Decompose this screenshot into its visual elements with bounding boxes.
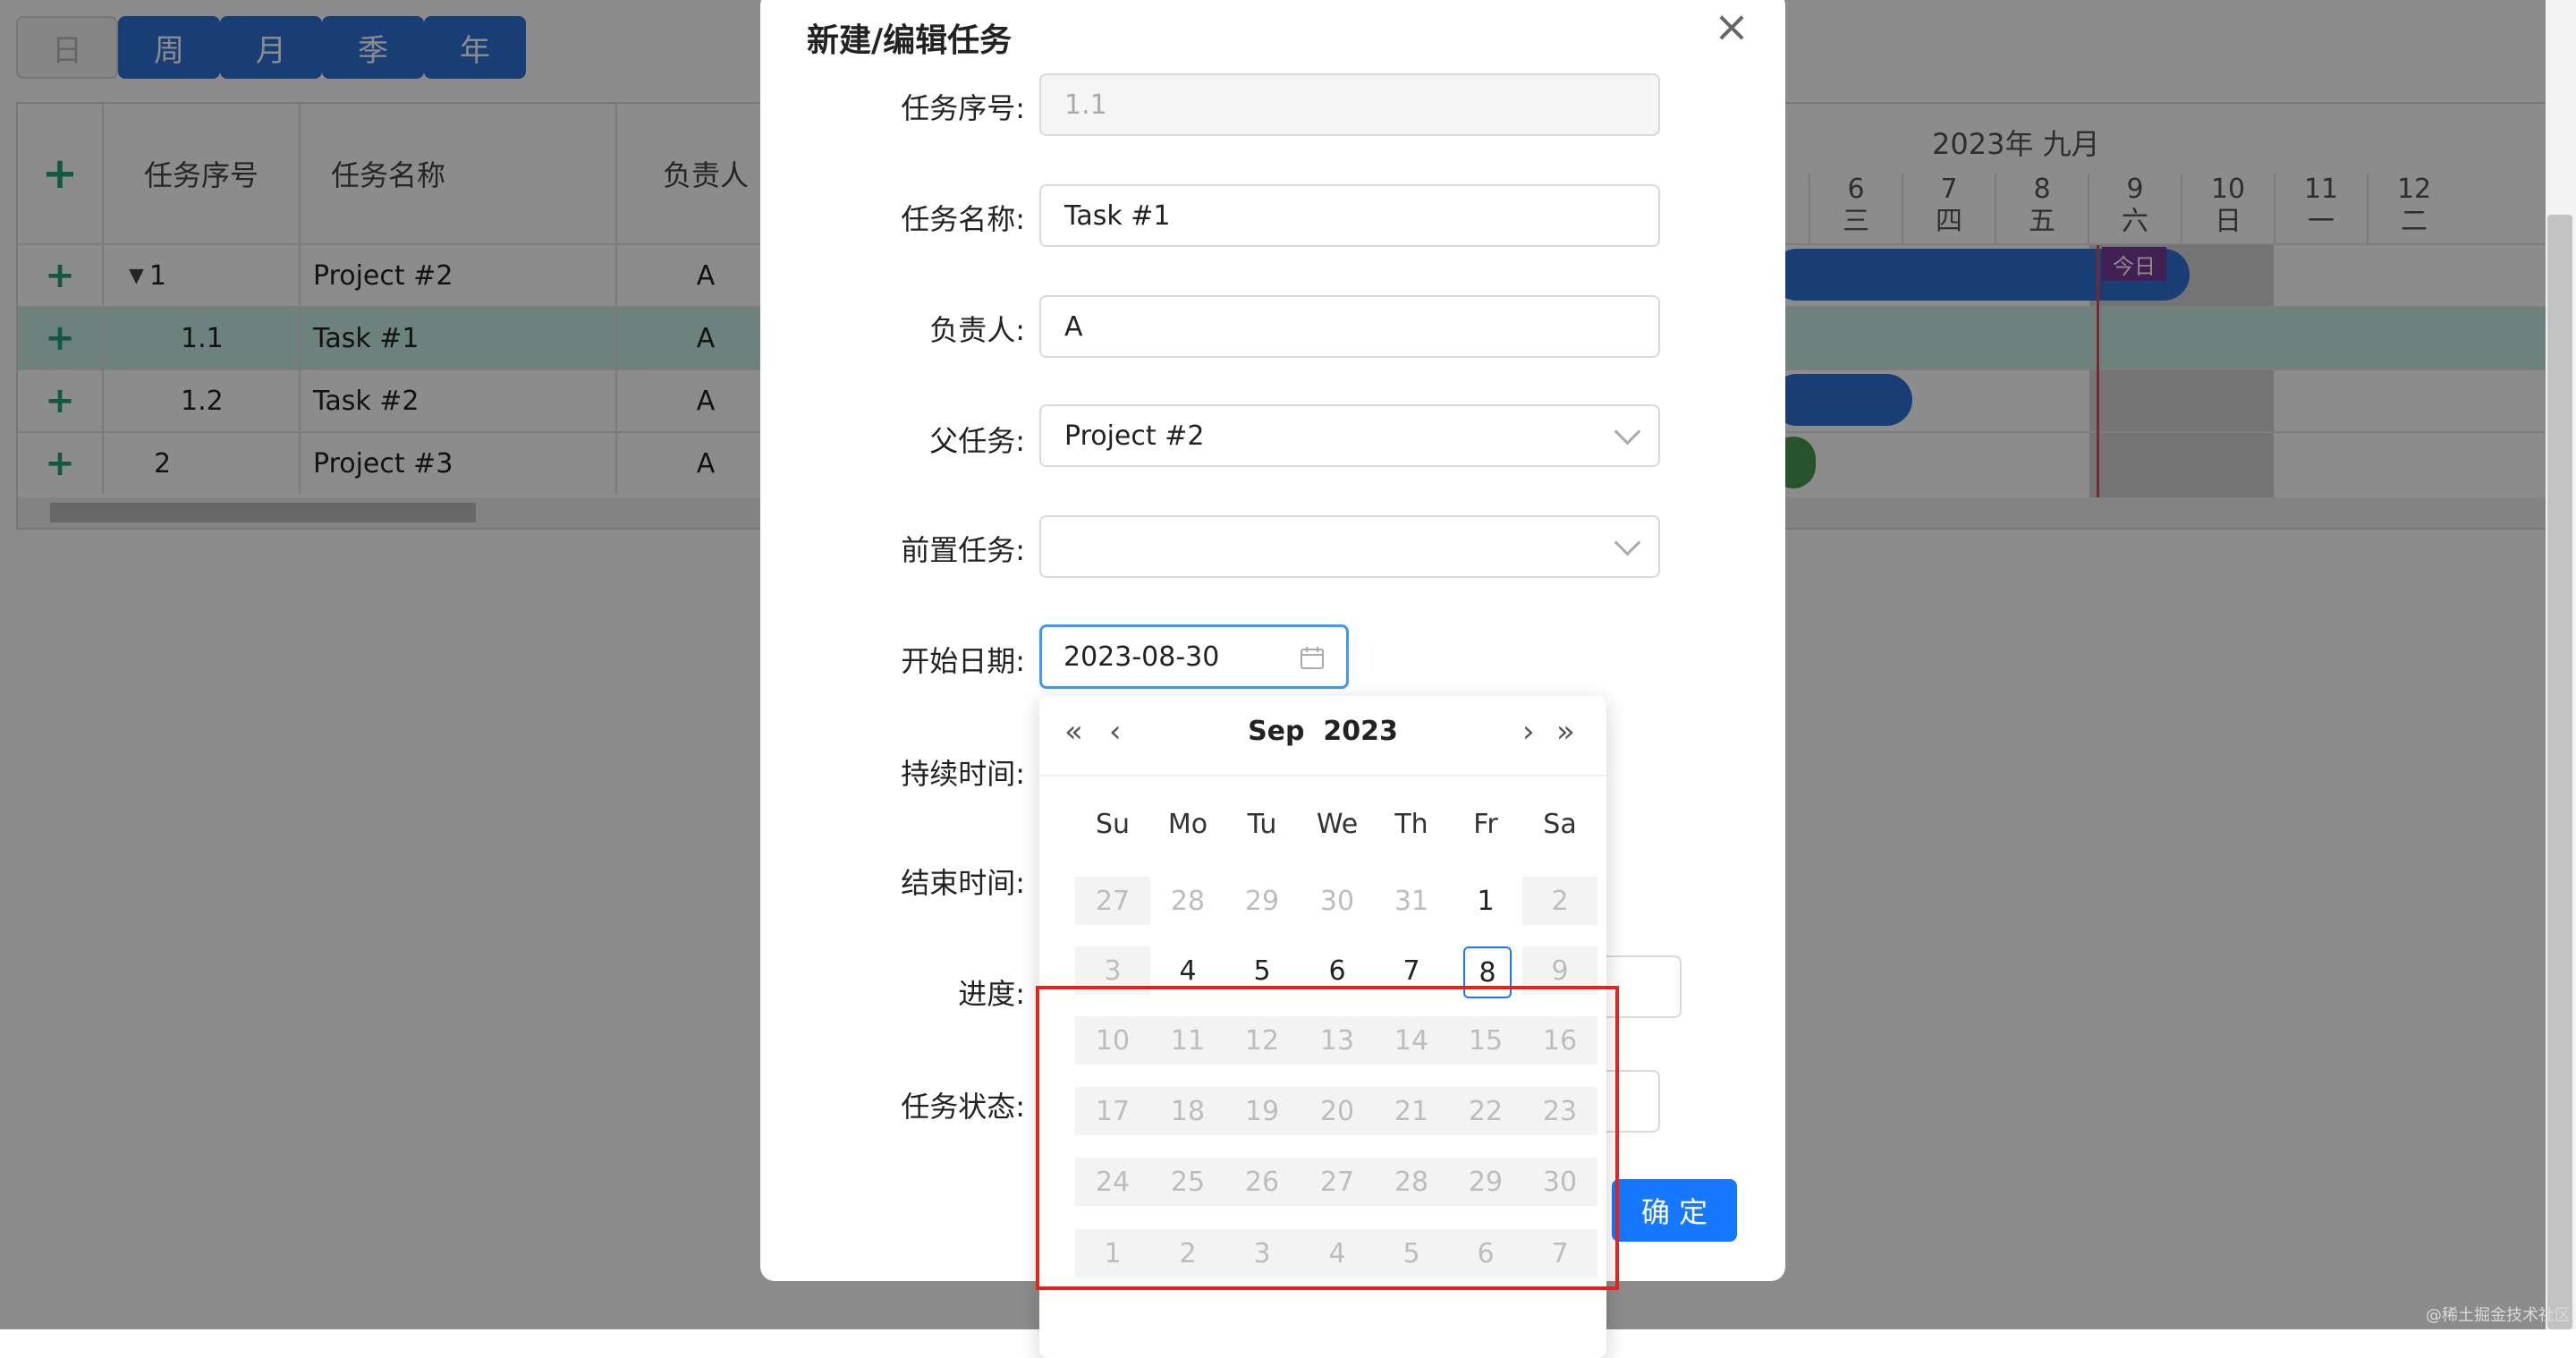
watermark: @稀土掘金技术社区 [2426, 1306, 2571, 1325]
date-cell: 27 [1075, 877, 1150, 925]
date-cell: 2 [1522, 877, 1597, 925]
next-year-icon[interactable]: » [1556, 714, 1575, 750]
next-month-icon[interactable]: › [1522, 714, 1535, 750]
predecessor-select[interactable] [1039, 515, 1660, 578]
weekday-header: Su [1095, 809, 1131, 840]
weekday-header: We [1316, 809, 1359, 840]
calendar-icon [1301, 647, 1324, 669]
weekday-header: Tu [1247, 809, 1277, 840]
label-start: 开始日期: [901, 644, 1025, 678]
start-date-input[interactable]: 2023-08-30 [1039, 624, 1349, 689]
label-owner: 负责人: [929, 313, 1025, 347]
weekday-header: Th [1394, 809, 1428, 840]
date-cell[interactable]: 28 [1150, 877, 1225, 925]
label-name: 任务名称: [901, 202, 1025, 236]
parent-select[interactable]: Project #2 [1039, 404, 1660, 467]
picker-month[interactable]: Sep [1248, 716, 1304, 747]
weekday-header: Sa [1543, 809, 1577, 840]
date-cell[interactable]: 29 [1224, 877, 1300, 925]
chevron-down-icon [1614, 418, 1641, 446]
picker-year[interactable]: 2023 [1323, 716, 1398, 747]
label-status: 任务状态: [901, 1090, 1025, 1124]
chevron-down-icon [1614, 529, 1641, 556]
date-cell[interactable]: 31 [1374, 877, 1449, 925]
owner-input[interactable]: A [1039, 295, 1660, 358]
date-cell[interactable]: 1 [1448, 877, 1523, 925]
weekday-header: Mo [1167, 809, 1208, 840]
seq-input: 1.1 [1039, 73, 1660, 136]
label-predecessor: 前置任务: [901, 533, 1025, 567]
label-progress: 进度: [958, 977, 1025, 1011]
date-cell[interactable]: 30 [1300, 877, 1375, 925]
label-duration: 持续时间: [901, 757, 1025, 791]
close-icon[interactable]: × [1710, 5, 1753, 48]
page-scroll-thumb[interactable] [2547, 215, 2572, 1329]
confirm-button[interactable]: 确 定 [1612, 1179, 1737, 1242]
picker-month-year[interactable]: Sep 2023 [1039, 716, 1606, 747]
task-name-input[interactable]: Task #1 [1039, 184, 1660, 247]
picker-header: « ‹ Sep 2023 › » [1039, 696, 1606, 777]
label-parent: 父任务: [929, 424, 1025, 458]
label-end: 结束时间: [901, 866, 1025, 900]
weekday-header: Fr [1473, 809, 1498, 840]
label-seq: 任务序号: [901, 91, 1025, 125]
annotation-highlight-box [1036, 986, 1619, 1290]
modal-title: 新建/编辑任务 [807, 22, 1013, 59]
